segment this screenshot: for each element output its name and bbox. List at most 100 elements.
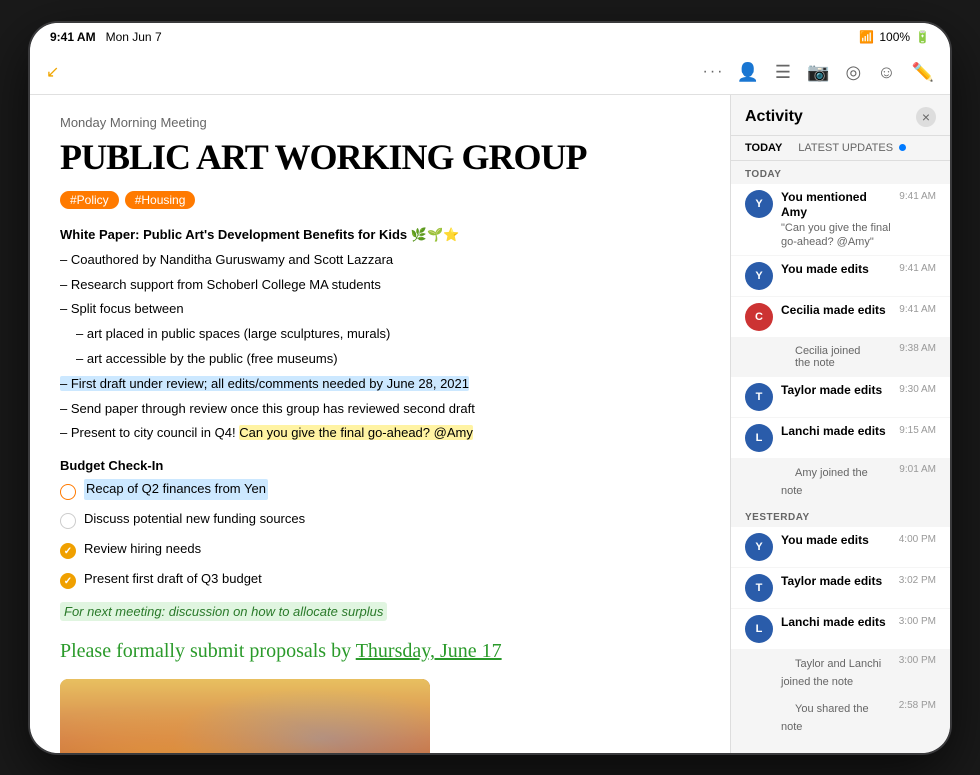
activity-time-1: 9:41 AM <box>899 263 936 274</box>
status-date: Mon Jun 7 <box>106 30 162 44</box>
tablet-screen: 9:41 AM Mon Jun 7 📶 100% 🔋 ↙ ··· 👤 ☰ 📷 ◎… <box>30 23 950 753</box>
avatar-you-1: Y <box>745 262 773 290</box>
activity-amy-joined: Amy joined the note 9:01 AM <box>731 459 950 503</box>
checkbox-0[interactable] <box>60 484 76 500</box>
activity-close-button[interactable]: × <box>916 107 936 127</box>
budget-heading: Budget Check-In <box>60 458 700 473</box>
wp-after-0: – Send paper through review once this gr… <box>60 399 700 420</box>
activity-text-you-edits: You made edits <box>781 262 891 278</box>
activity-list[interactable]: TODAY Y You mentioned Amy "Can you give … <box>731 161 950 753</box>
checkbox-2[interactable] <box>60 543 76 559</box>
note-title: Public Art Working Group <box>60 138 700 178</box>
more-options-button[interactable]: ··· <box>703 63 725 81</box>
edit-icon[interactable]: ✏️ <box>912 62 934 83</box>
status-time: 9:41 AM <box>50 30 96 44</box>
budget-section: Budget Check-In Recap of Q2 finances fro… <box>60 458 700 665</box>
activity-time-4: 9:15 AM <box>899 425 936 436</box>
emoji-icon[interactable]: ☺ <box>877 62 895 83</box>
amy-join-time: 9:01 AM <box>899 464 936 475</box>
avatar-taylor-0: T <box>745 383 773 411</box>
activity-item-you-edits-y: Y You made edits 4:00 PM <box>731 527 950 567</box>
activity-item-lanchi-edits-y: L Lanchi made edits 3:00 PM <box>731 609 950 649</box>
wp-highlighted-line: – First draft under review; all edits/co… <box>60 374 700 395</box>
update-dot <box>899 144 906 151</box>
collapse-icon[interactable]: ↙ <box>46 62 59 82</box>
note-image <box>60 679 430 752</box>
activity-item-you-edits: Y You made edits 9:41 AM <box>731 256 950 296</box>
checklist-icon[interactable]: ☰ <box>775 62 791 83</box>
checklist-item-3: Present first draft of Q3 budget <box>60 569 700 594</box>
activity-panel: Activity × TODAY LATEST UPDATES TODAY <box>730 95 950 753</box>
battery-indicator: 100% <box>879 30 910 44</box>
taylor-lanchi-join-time: 3:00 PM <box>899 655 936 666</box>
checklist-text-2: Review hiring needs <box>84 539 201 560</box>
mural-art-overlay <box>60 679 430 752</box>
battery-icon: 🔋 <box>915 30 930 44</box>
you-shared-text: You shared the note <box>781 700 869 736</box>
activity-header: Activity × <box>731 95 950 136</box>
activity-text-you-edits-y: You made edits <box>781 533 891 549</box>
activity-text-lanchi-edits-y: Lanchi made edits <box>781 615 891 631</box>
section-yesterday: YESTERDAY <box>731 504 950 527</box>
avatar-you-y: Y <box>745 533 773 561</box>
activity-item-mentioned: Y You mentioned Amy "Can you give the fi… <box>731 184 950 256</box>
next-meeting-text: For next meeting: discussion on how to a… <box>60 602 387 621</box>
camera-icon[interactable]: 📷 <box>807 62 829 83</box>
checkbox-3[interactable] <box>60 573 76 589</box>
activity-text-taylor-edits-y: Taylor made edits <box>781 574 891 590</box>
activity-text-mentioned: You mentioned Amy <box>781 190 891 221</box>
tablet-frame: 9:41 AM Mon Jun 7 📶 100% 🔋 ↙ ··· 👤 ☰ 📷 ◎… <box>30 23 950 753</box>
amy-join-text: Amy joined the note <box>781 464 868 500</box>
cecilia-join-text: Cecilia joined the note <box>781 342 891 372</box>
activity-time-3: 9:30 AM <box>899 384 936 395</box>
activity-text-cecilia-edits: Cecilia made edits <box>781 303 891 319</box>
tag-policy[interactable]: #Policy <box>60 191 119 209</box>
proposal-date: Thursday, June 17 <box>356 640 502 662</box>
cecilia-join-time: 9:38 AM <box>899 343 936 354</box>
tab-latest-updates[interactable]: LATEST UPDATES <box>798 142 906 154</box>
wp-item-4: – art accessible by the public (free mus… <box>60 349 700 370</box>
activity-you-shared: You shared the note 2:58 PM <box>731 695 950 739</box>
you-shared-time: 2:58 PM <box>899 700 936 711</box>
yellow-highlight: Can you give the final go-ahead? @Amy <box>239 425 473 440</box>
checkbox-1[interactable] <box>60 513 76 529</box>
checklist-item-1: Discuss potential new funding sources <box>60 509 700 534</box>
white-paper-heading: White Paper: Public Art's Development Be… <box>60 225 700 246</box>
note-content[interactable]: Monday Morning Meeting Public Art Workin… <box>30 95 730 753</box>
avatar-taylor-y: T <box>745 574 773 602</box>
activity-sub-mentioned: "Can you give the final go-ahead? @Amy" <box>781 221 891 250</box>
highlight-blue-text: – First draft under review; all edits/co… <box>60 376 469 391</box>
activity-cecilia-joined: Cecilia joined the note 9:38 AM <box>731 338 950 376</box>
checklist-text-1: Discuss potential new funding sources <box>84 509 305 530</box>
wp-item-2: – Split focus between <box>60 299 700 320</box>
activity-item-cecilia-edits: C Cecilia made edits 9:41 AM <box>731 297 950 337</box>
toolbar: ↙ ··· 👤 ☰ 📷 ◎ ☺ ✏️ <box>30 51 950 95</box>
activity-text-taylor-edits: Taylor made edits <box>781 383 891 399</box>
avatar-you-0: Y <box>745 190 773 218</box>
next-meeting-note: For next meeting: discussion on how to a… <box>60 598 700 621</box>
activity-text-lanchi-edits: Lanchi made edits <box>781 424 891 440</box>
avatar-cecilia-0: C <box>745 303 773 331</box>
activity-time-y0: 4:00 PM <box>899 534 936 545</box>
avatar-lanchi-y: L <box>745 615 773 643</box>
proposal-text: Please formally submit proposals by Thur… <box>60 637 700 665</box>
checklist-text-0: Recap of Q2 finances from Yen <box>84 479 268 500</box>
activity-time-y2: 3:00 PM <box>899 616 936 627</box>
content-area: Monday Morning Meeting Public Art Workin… <box>30 95 950 753</box>
tag-housing[interactable]: #Housing <box>125 191 196 209</box>
tab-today[interactable]: TODAY <box>745 142 782 154</box>
wifi-icon: 📶 <box>859 30 874 44</box>
activity-item-taylor-edits: T Taylor made edits 9:30 AM <box>731 377 950 417</box>
checklist-item-0: Recap of Q2 finances from Yen <box>60 479 700 504</box>
markup-icon[interactable]: ◎ <box>845 62 861 83</box>
activity-title: Activity <box>745 108 803 126</box>
wp-item-1: – Research support from Schoberl College… <box>60 275 700 296</box>
wp-after-1: – Present to city council in Q4! Can you… <box>60 423 700 444</box>
activity-time-2: 9:41 AM <box>899 304 936 315</box>
collaborators-icon[interactable]: 👤 <box>736 62 758 83</box>
section-today: TODAY <box>731 161 950 184</box>
wp-item-3: – art placed in public spaces (large scu… <box>60 324 700 345</box>
status-right: 📶 100% 🔋 <box>859 30 930 44</box>
activity-item-lanchi-edits: L Lanchi made edits 9:15 AM <box>731 418 950 458</box>
checklist-text-3: Present first draft of Q3 budget <box>84 569 262 590</box>
